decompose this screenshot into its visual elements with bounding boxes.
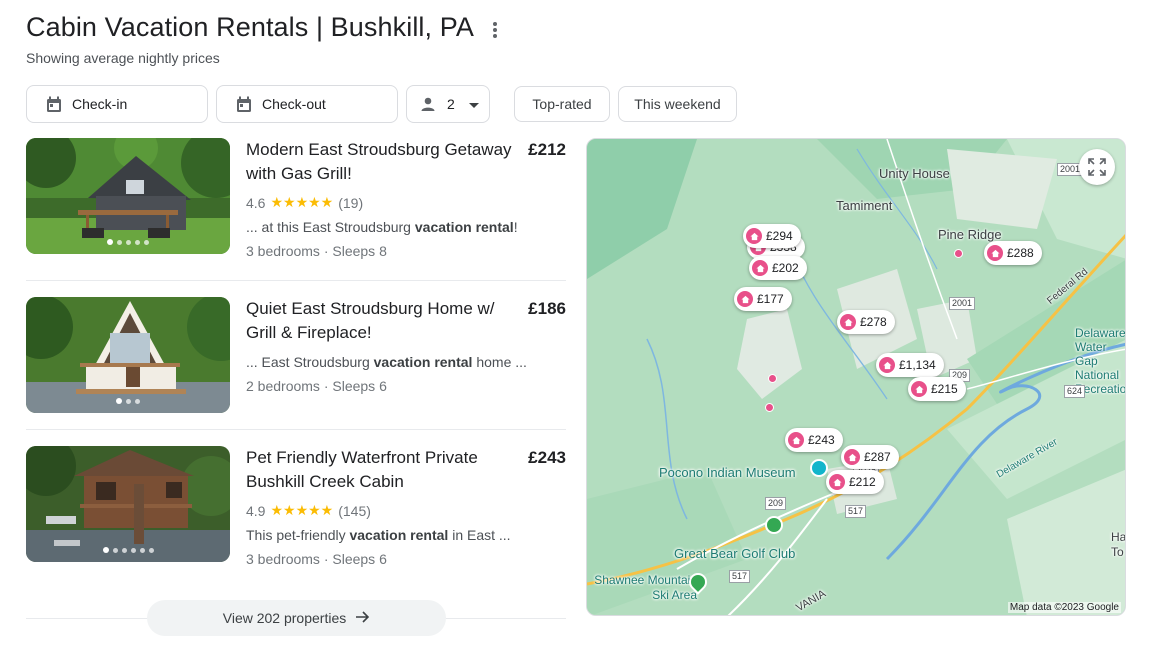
more-options-icon[interactable] <box>487 20 503 40</box>
page-subtitle: Showing average nightly prices <box>26 50 220 66</box>
chip-this-weekend[interactable]: This weekend <box>618 86 737 122</box>
price-pin[interactable]: £288 <box>984 241 1042 265</box>
expand-map-button[interactable] <box>1079 149 1115 185</box>
checkout-field[interactable]: Check-out <box>216 85 398 123</box>
star-icon: ★★★★★ <box>270 502 334 518</box>
calendar-icon <box>45 95 63 113</box>
listing-snippet: ... East Stroudsburg vacation rental hom… <box>246 354 527 370</box>
review-count: (145) <box>338 502 371 519</box>
chip-top-rated[interactable]: Top-rated <box>514 86 610 122</box>
arrow-right-icon <box>356 610 370 626</box>
listing-name[interactable]: Modern East Stroudsburg Getaway with Gas… <box>246 138 516 186</box>
price-pin[interactable]: £287 <box>841 445 899 469</box>
rating-value: 4.9 <box>246 502 266 519</box>
calendar-icon <box>235 95 253 113</box>
map[interactable]: Unity House Tamiment Pine Ridge Delaware… <box>586 138 1126 616</box>
listing-name[interactable]: Quiet East Stroudsburg Home w/ Grill & F… <box>246 297 516 345</box>
divider <box>26 429 566 430</box>
home-icon <box>788 432 804 448</box>
listing-rating: 4.6 ★★★★★ (19) <box>246 194 363 211</box>
listing-snippet: This pet-friendly vacation rental in Eas… <box>246 527 511 543</box>
checkout-label: Check-out <box>262 96 326 112</box>
price-pin[interactable]: £177 <box>734 287 792 311</box>
star-icon: ★★★★★ <box>270 194 334 210</box>
price-pin[interactable]: £294 <box>743 224 801 248</box>
listing-photo[interactable] <box>26 446 230 562</box>
photo-dots <box>26 398 230 404</box>
golf-pin-icon[interactable] <box>765 516 783 534</box>
photo-dots <box>26 547 230 553</box>
price-pin[interactable]: £278 <box>837 310 895 334</box>
listing-meta: 3 bedrooms · Sleeps 6 <box>246 551 387 567</box>
map-attribution: Map data ©2023 Google <box>1007 602 1121 613</box>
listing-card[interactable]: Quiet East Stroudsburg Home w/ Grill & F… <box>26 297 566 415</box>
listing-meta: 2 bedrooms · Sleeps 6 <box>246 378 387 394</box>
route-shield: 624 <box>1064 385 1086 398</box>
listing-snippet: ... at this East Stroudsburg vacation re… <box>246 219 518 235</box>
home-icon <box>987 245 1003 261</box>
map-label-shawnee: Shawnee Mountain Ski Area <box>594 573 697 602</box>
route-shield: 517 <box>729 570 751 583</box>
map-label-ha-to: Ha To <box>1111 530 1126 559</box>
view-all-label: View 202 properties <box>222 610 347 626</box>
price-pin[interactable]: £215 <box>908 377 966 401</box>
fullscreen-icon <box>1088 158 1106 176</box>
home-icon <box>829 474 845 490</box>
page-title: Cabin Vacation Rentals | Bushkill, PA <box>26 12 474 42</box>
home-icon <box>746 228 762 244</box>
listing-dot[interactable] <box>765 403 774 412</box>
review-count: (19) <box>338 194 364 211</box>
price-pin[interactable]: £202 <box>749 256 807 280</box>
listing-card[interactable]: Pet Friendly Waterfront Private Bushkill… <box>26 446 566 567</box>
view-all-button[interactable]: View 202 properties <box>147 600 446 636</box>
route-shield: 517 <box>845 505 867 518</box>
home-icon <box>840 314 856 330</box>
home-icon <box>737 291 753 307</box>
photo-dots <box>26 239 230 245</box>
listing-dot[interactable] <box>768 374 777 383</box>
listing-price: £186 <box>528 299 566 318</box>
listing-meta: 3 bedrooms · Sleeps 8 <box>246 243 387 259</box>
map-label-pocono-indian-museum: Pocono Indian Museum <box>659 465 796 480</box>
guests-dropdown[interactable]: 2 <box>406 85 490 123</box>
map-label-great-bear-golf-club: Great Bear Golf Club <box>674 546 796 561</box>
guests-value: 2 <box>447 96 455 112</box>
divider <box>26 280 566 281</box>
listing-rating: 4.9 ★★★★★ (145) <box>246 502 371 519</box>
listing-price: £243 <box>528 448 566 467</box>
rating-value: 4.6 <box>246 194 266 211</box>
checkin-field[interactable]: Check-in <box>26 85 208 123</box>
chevron-down-icon <box>468 96 479 112</box>
home-icon <box>879 357 895 373</box>
map-label-unity-house: Unity House <box>879 166 950 181</box>
price-pin[interactable]: £243 <box>785 428 843 452</box>
checkin-label: Check-in <box>72 96 128 112</box>
price-pin[interactable]: £212 <box>826 470 884 494</box>
home-icon <box>911 381 927 397</box>
person-icon <box>419 95 437 113</box>
museum-pin-icon[interactable] <box>810 459 828 477</box>
listing-name[interactable]: Pet Friendly Waterfront Private Bushkill… <box>246 446 516 494</box>
listing-card[interactable]: Modern East Stroudsburg Getaway with Gas… <box>26 138 566 259</box>
listing-price: £212 <box>528 140 566 159</box>
listing-dot[interactable] <box>954 249 963 258</box>
listing-photo[interactable] <box>26 138 230 254</box>
price-pin[interactable]: £1,134 <box>876 353 944 377</box>
home-icon <box>752 260 768 276</box>
home-icon <box>844 449 860 465</box>
map-label-pine-ridge: Pine Ridge <box>938 227 1002 242</box>
listing-photo[interactable] <box>26 297 230 413</box>
route-shield: 209 <box>765 497 787 510</box>
route-shield: 2001 <box>949 297 976 310</box>
map-label-tamiment: Tamiment <box>836 198 893 213</box>
